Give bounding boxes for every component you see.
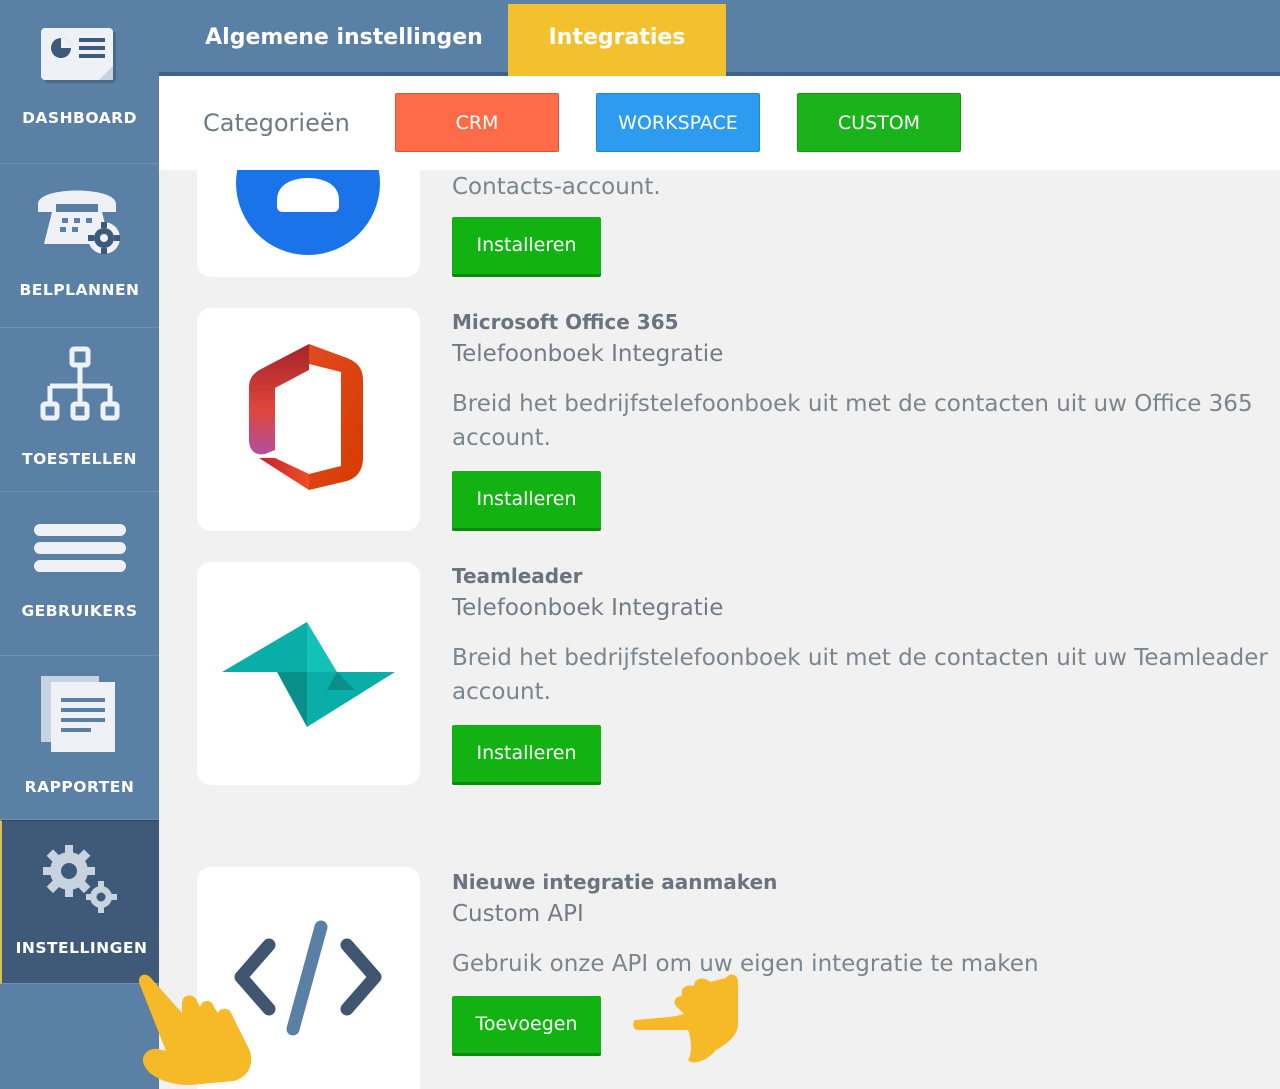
google-contacts-icon — [236, 170, 380, 255]
org-chart-icon — [40, 346, 119, 421]
integration-logo-card — [197, 562, 420, 785]
sidebar-item-label: RAPPORTEN — [24, 778, 135, 796]
office-365-icon — [249, 344, 363, 490]
integration-description: Breid het bedrijfstelefoonboek uit met d… — [452, 645, 1268, 705]
sidebar-item-rapporten[interactable]: RAPPORTEN — [0, 656, 159, 820]
sidebar-item-belplannen[interactable]: BELPLANNEN — [0, 164, 159, 328]
list-lines-icon — [33, 524, 126, 572]
tab-integraties[interactable]: Integraties — [508, 4, 726, 86]
category-bar: Categorieën CRM WORKSPACE CUSTOM — [159, 76, 1280, 170]
top-tabs-bar: Algemene instellingen Integraties — [159, 0, 1280, 86]
pointing-hand-icon — [138, 974, 252, 1085]
dashboard-icon — [40, 28, 116, 83]
tab-algemene-instellingen[interactable]: Algemene instellingen — [179, 0, 509, 76]
integration-logo-card — [197, 308, 420, 531]
integration-title: Teamleader — [452, 564, 583, 588]
integration-subtitle: Custom API — [452, 901, 584, 927]
sidebar-item-dashboard[interactable]: DASHBOARD — [0, 0, 159, 164]
sidebar-item-label: GEBRUIKERS — [21, 602, 138, 620]
integration-description: Contacts-account. — [452, 174, 661, 200]
sidebar-item-toestellen[interactable]: TOESTELLEN — [0, 328, 159, 492]
sidebar-item-label: BELPLANNEN — [19, 281, 140, 299]
documents-icon — [40, 676, 115, 752]
integration-logo-card — [197, 170, 420, 277]
integrations-list: Contacts-account. Installeren Microsoft … — [159, 170, 1280, 1089]
integration-description: Gebruik onze API om uw eigen integratie … — [452, 951, 1039, 977]
teamleader-icon — [222, 622, 395, 727]
install-button[interactable]: Installeren — [452, 725, 601, 785]
pointing-hand-icon — [633, 974, 738, 1063]
integration-subtitle: Telefoonboek Integratie — [452, 595, 724, 621]
integration-description: Breid het bedrijfstelefoonboek uit met d… — [452, 391, 1253, 451]
category-custom-button[interactable]: CUSTOM — [797, 93, 961, 152]
sidebar-item-label: DASHBOARD — [22, 109, 137, 127]
gears-icon — [42, 845, 117, 913]
install-button[interactable]: Installeren — [452, 217, 601, 277]
install-button[interactable]: Installeren — [452, 471, 601, 531]
integration-title: Nieuwe integratie aanmaken — [452, 870, 778, 894]
sidebar-item-gebruikers[interactable]: GEBRUIKERS — [0, 492, 159, 656]
integration-title: Microsoft Office 365 — [452, 310, 679, 334]
sidebar-item-label: TOESTELLEN — [22, 450, 137, 468]
integration-subtitle: Telefoonboek Integratie — [452, 341, 724, 367]
category-crm-button[interactable]: CRM — [395, 93, 559, 152]
phone-gear-icon — [37, 190, 120, 254]
category-label: Categorieën — [203, 109, 350, 137]
sidebar-item-instellingen[interactable]: INSTELLINGEN — [0, 820, 159, 984]
category-workspace-button[interactable]: WORKSPACE — [596, 93, 760, 152]
sidebar-item-label: INSTELLINGEN — [15, 939, 148, 957]
sidebar: DASHBOARD BELPLANNEN TOESTELLEN GEBRUIKE… — [0, 0, 159, 1089]
add-button[interactable]: Toevoegen — [452, 996, 601, 1056]
